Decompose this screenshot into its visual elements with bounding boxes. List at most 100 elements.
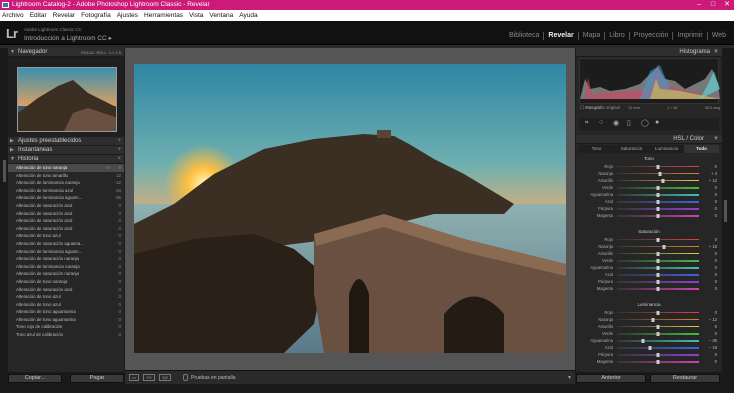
histogram-header[interactable]: Histograma ▼ <box>576 48 722 57</box>
slider-value[interactable]: 0 <box>715 257 717 264</box>
previous-button[interactable]: Anterior <box>576 374 646 383</box>
module-imprimir[interactable]: Imprimir <box>673 32 708 40</box>
spot-removal-icon[interactable]: ○ <box>599 119 603 126</box>
slider-value[interactable]: 0 <box>715 236 717 243</box>
red-eye-icon[interactable]: ◉ <box>613 119 619 127</box>
slider-track[interactable] <box>617 340 699 342</box>
navigator-preview[interactable] <box>8 57 124 137</box>
menu-ayuda[interactable]: Ayuda <box>239 10 257 21</box>
slider-knob[interactable] <box>656 359 660 364</box>
history-item[interactable]: Alteración de tono aguamarina 0 <box>8 316 124 324</box>
tab-luminancia[interactable]: Luminancia <box>649 145 684 153</box>
slider-track[interactable] <box>617 246 699 248</box>
history-item[interactable]: Alteración de tono aguamarina 0 <box>8 308 124 316</box>
menu-fotografia[interactable]: Fotografía <box>81 10 111 21</box>
history-item[interactable]: Tono rojo de calibración 0 <box>8 323 124 331</box>
history-item[interactable]: Alteración de saturación aguama... 0 <box>8 240 124 248</box>
history-item[interactable]: Alteración de saturación azul 0 <box>8 217 124 225</box>
slider-value[interactable]: + 12 <box>709 177 717 184</box>
close-button[interactable]: ✕ <box>720 0 734 10</box>
softproof-checkbox[interactable] <box>183 374 188 381</box>
navigator-thumbnail[interactable] <box>17 67 117 132</box>
history-item[interactable]: Alteración de saturación naranja 0 <box>8 270 124 278</box>
slider-knob[interactable] <box>656 279 660 284</box>
menu-herramientas[interactable]: Herramientas <box>144 10 183 21</box>
slider-knob[interactable] <box>656 272 660 277</box>
module-web[interactable]: Web <box>708 32 730 40</box>
history-item[interactable]: Tono azul de calibración 0 <box>8 331 124 339</box>
slider-track[interactable] <box>617 319 699 321</box>
main-photo[interactable] <box>134 64 566 353</box>
menu-ajustes[interactable]: Ajustes <box>117 10 138 21</box>
history-item[interactable]: Alteración de tono naranja +4 8 <box>8 164 124 172</box>
slider-value[interactable]: 0 <box>715 285 717 292</box>
histogram[interactable]: ISO 100 11 mm ƒ / 16 30.0 seg <box>579 58 720 110</box>
slider-knob[interactable] <box>656 331 660 336</box>
slider-value[interactable]: − 12 <box>709 316 717 323</box>
slider-track[interactable] <box>617 180 699 182</box>
slider-knob[interactable] <box>656 237 660 242</box>
menu-ventana[interactable]: Ventana <box>209 10 233 21</box>
slider-value[interactable]: 0 <box>715 184 717 191</box>
history-item[interactable]: Alteración de tono amarillo 12 <box>8 172 124 180</box>
slider-knob[interactable] <box>658 171 662 176</box>
slider-knob[interactable] <box>651 317 655 322</box>
history-item[interactable]: Alteración de luminancia naranja -12 <box>8 179 124 187</box>
slider-value[interactable]: 0 <box>715 351 717 358</box>
clear-history-icon[interactable]: × <box>117 155 121 164</box>
slider-value[interactable]: 0 <box>715 358 717 365</box>
loupe-view-icon[interactable]: ▭ <box>129 374 139 381</box>
slider-value[interactable]: 0 <box>715 323 717 330</box>
module-mapa[interactable]: Mapa <box>579 32 606 40</box>
slider-knob[interactable] <box>656 286 660 291</box>
crop-icon[interactable]: ⌗ <box>585 120 588 127</box>
navigator-header[interactable]: ▼ Navegador ENCAJ. RELL. 1:1 1:5 <box>8 48 124 57</box>
slider-knob[interactable] <box>641 338 645 343</box>
slider-knob[interactable] <box>656 258 660 263</box>
slider-knob[interactable] <box>656 164 660 169</box>
slider-value[interactable]: 0 <box>715 198 717 205</box>
before-after-icon[interactable]: YY <box>143 374 155 381</box>
before-after-split-icon[interactable]: Y|Y <box>159 374 171 381</box>
toolbar-menu-icon[interactable]: ▾ <box>568 374 571 381</box>
history-item[interactable]: Alteración de saturación azul 0 <box>8 210 124 218</box>
history-item[interactable]: Alteración de saturación naranja 0 <box>8 255 124 263</box>
brush-icon[interactable]: ● <box>655 119 659 126</box>
maximize-button[interactable]: □ <box>706 0 720 10</box>
slider-knob[interactable] <box>656 206 660 211</box>
history-item[interactable]: Alteración de tono naranja 0 <box>8 278 124 286</box>
module-proyeccion[interactable]: Proyección <box>630 32 674 40</box>
left-panel-toggle[interactable] <box>3 160 6 182</box>
slider-value[interactable]: 0 <box>715 278 717 285</box>
history-header[interactable]: ▼ Historia × <box>8 155 124 164</box>
copy-button[interactable]: Copiar... <box>8 374 62 383</box>
slider-value[interactable]: 0 <box>715 212 717 219</box>
history-item[interactable]: Alteración de luminancia aguam... 0 <box>8 248 124 256</box>
hsl-header[interactable]: HSL / Color ▼ <box>576 135 722 144</box>
menu-vista[interactable]: Vista <box>189 10 203 21</box>
menu-archivo[interactable]: Archivo <box>2 10 24 21</box>
history-item[interactable]: Alteración de luminancia aguam... -36 <box>8 194 124 202</box>
slider-knob[interactable] <box>656 324 660 329</box>
module-revelar[interactable]: Revelar <box>544 32 579 40</box>
slider-value[interactable]: 0 <box>715 330 717 337</box>
history-item[interactable]: Alteración de tono azul 0 <box>8 301 124 309</box>
slider-knob[interactable] <box>656 251 660 256</box>
slider-value[interactable]: 0 <box>715 250 717 257</box>
original-photo-toggle[interactable]: ☐ Fotografía original <box>580 105 620 111</box>
reset-button[interactable]: Restaurar <box>650 374 720 383</box>
history-item[interactable]: Alteración de tono azul 0 <box>8 293 124 301</box>
menu-revelar[interactable]: Revelar <box>53 10 75 21</box>
slider-knob[interactable] <box>656 199 660 204</box>
slider-knob[interactable] <box>656 185 660 190</box>
slider-value[interactable]: 0 <box>715 309 717 316</box>
add-preset-icon[interactable]: + <box>117 137 121 146</box>
slider-value[interactable]: 0 <box>715 191 717 198</box>
slider-value[interactable]: 0 <box>715 271 717 278</box>
tab-saturacion[interactable]: Saturación <box>614 145 649 153</box>
slider-value[interactable]: + 4 <box>711 170 717 177</box>
slider-value[interactable]: 0 <box>715 205 717 212</box>
slider-knob[interactable] <box>656 310 660 315</box>
slider-knob[interactable] <box>662 244 666 249</box>
history-item[interactable]: Alteración de saturación azul 0 <box>8 286 124 294</box>
